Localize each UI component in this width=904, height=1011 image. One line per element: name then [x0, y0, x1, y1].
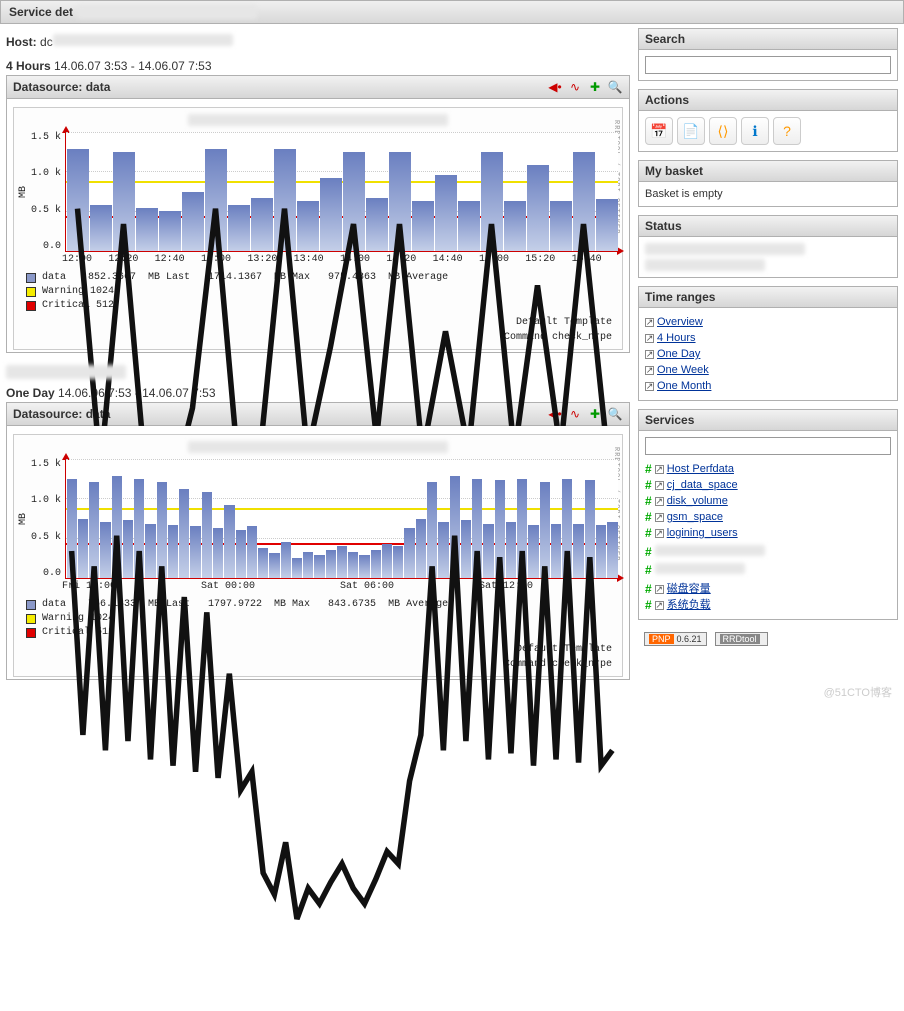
hash-icon: #	[645, 597, 652, 613]
trend-icon[interactable]: ∿	[567, 79, 583, 95]
basket-header: My basket	[639, 161, 897, 182]
chart-title-redacted-1	[188, 114, 448, 126]
page-title-redacted	[77, 5, 257, 19]
hash-icon: #	[645, 525, 652, 541]
service-redacted	[655, 545, 765, 556]
y-axis-label: MB	[18, 513, 29, 525]
external-link-icon: ↗	[645, 334, 654, 343]
search-header: Search	[639, 29, 897, 50]
status-redacted	[645, 259, 765, 271]
timerange-link[interactable]: One Week	[657, 362, 709, 378]
hash-icon: #	[645, 461, 652, 477]
calendar-icon[interactable]: 📅	[645, 117, 673, 145]
search-box: Search	[638, 28, 898, 81]
pnp-badge[interactable]: PNP0.6.21	[644, 632, 707, 646]
service-link[interactable]: Host Perfdata	[667, 461, 734, 477]
plot-area-2[interactable]	[65, 459, 618, 579]
service-link[interactable]: cj_data_space	[667, 477, 738, 493]
host-line: Host: dc	[6, 34, 630, 49]
chart-title-redacted-2	[188, 441, 448, 453]
chart-box-1: RRDTOOL / TOBI OETIKER MB 1.5 k1.0 k0.5 …	[6, 99, 630, 353]
title-bar: Service det	[0, 0, 904, 24]
service-link[interactable]: disk_volume	[667, 493, 728, 509]
add-icon[interactable]: ✚	[587, 79, 603, 95]
timerange-link[interactable]: Overview	[657, 314, 703, 330]
status-box: Status	[638, 215, 898, 278]
legend-data: data	[42, 271, 66, 285]
service-link[interactable]: logining_users	[667, 525, 738, 541]
service-link[interactable]: 磁盘容量	[667, 581, 711, 597]
services-box: Services # ↗Host Perfdata# ↗cj_data_spac…	[638, 409, 898, 620]
basket-box: My basket Basket is empty	[638, 160, 898, 207]
actions-header: Actions	[639, 90, 897, 111]
timerange-link[interactable]: 4 Hours	[657, 330, 696, 346]
external-link-icon: ↗	[655, 481, 664, 490]
y-axis: 1.5 k1.0 k0.5 k0.0	[31, 132, 65, 252]
service-link[interactable]: gsm_space	[667, 509, 723, 525]
help-icon[interactable]: ?	[773, 117, 801, 145]
timeranges-box: Time ranges ↗ Overview↗ 4 Hours↗ One Day…	[638, 286, 898, 401]
status-redacted	[645, 243, 805, 255]
footer-badges: PNP0.6.21 RRDtool	[638, 628, 898, 650]
info-icon[interactable]: ℹ	[741, 117, 769, 145]
external-link-icon: ↗	[655, 585, 664, 594]
page-title-prefix: Service det	[9, 5, 73, 19]
hash-icon: #	[645, 509, 652, 525]
external-link-icon: ↗	[655, 465, 664, 474]
external-link-icon: ↗	[645, 350, 654, 359]
services-header: Services	[639, 410, 897, 431]
hash-icon: #	[645, 493, 652, 509]
service-redacted	[655, 563, 745, 574]
timerange-link[interactable]: One Day	[657, 346, 700, 362]
y-axis: 1.5 k1.0 k0.5 k0.0	[31, 459, 65, 579]
services-filter-input[interactable]	[645, 437, 891, 455]
actions-box: Actions 📅 📄 ⟨⟩ ℹ ?	[638, 89, 898, 152]
watermark: @51CTO博客	[824, 684, 892, 700]
search-input[interactable]	[645, 56, 891, 74]
timeranges-header: Time ranges	[639, 287, 897, 308]
rrdtool-badge[interactable]: RRDtool	[715, 632, 768, 646]
interim-redacted	[6, 365, 126, 379]
range-title-1: 4 Hours 14.06.07 3:53 - 14.06.07 7:53	[6, 59, 630, 73]
xml-icon[interactable]: ⟨⟩	[709, 117, 737, 145]
hash-icon: #	[645, 581, 652, 597]
pdf-icon[interactable]: 📄	[677, 117, 705, 145]
host-redacted	[53, 34, 233, 46]
external-link-icon: ↗	[655, 601, 664, 610]
status-icon[interactable]: ◀•	[547, 79, 563, 95]
external-link-icon: ↗	[645, 366, 654, 375]
zoom-icon[interactable]: 🔍	[607, 79, 623, 95]
service-link[interactable]: 系统负载	[667, 597, 711, 613]
legend-data: data	[42, 598, 66, 612]
external-link-icon: ↗	[645, 318, 654, 327]
timerange-link[interactable]: One Month	[657, 378, 711, 394]
y-axis-label: MB	[18, 186, 29, 198]
external-link-icon: ↗	[655, 497, 664, 506]
panel-header-1: Datasource: data ◀• ∿ ✚ 🔍	[6, 75, 630, 99]
plot-area-1[interactable]	[65, 132, 618, 252]
status-header: Status	[639, 216, 897, 237]
external-link-icon: ↗	[655, 529, 664, 538]
chart-box-2: RRDTOOL / TOBI OETIKER MB 1.5 k1.0 k0.5 …	[6, 426, 630, 680]
external-link-icon: ↗	[645, 382, 654, 391]
basket-text: Basket is empty	[639, 182, 897, 206]
external-link-icon: ↗	[655, 513, 664, 522]
hash-icon: #	[645, 477, 652, 493]
